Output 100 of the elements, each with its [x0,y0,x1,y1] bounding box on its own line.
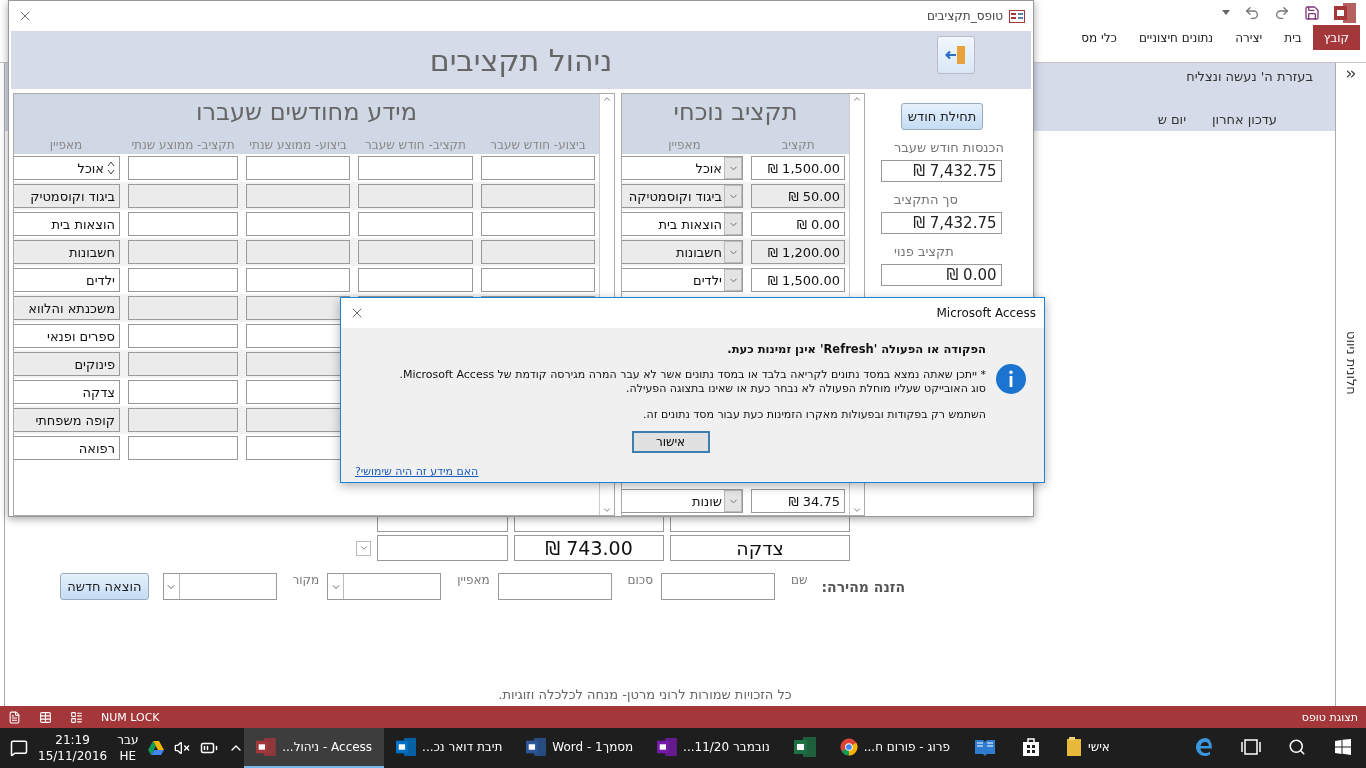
table-cell[interactable] [246,156,350,180]
table-cell[interactable] [128,184,238,208]
datasheet-view-icon[interactable] [39,710,52,724]
table-cell[interactable] [128,324,238,348]
drive-icon[interactable] [148,741,165,755]
amount-cell[interactable]: 1,500.00 ₪ [751,268,845,292]
ribbon-tab[interactable]: כלי מס [1070,25,1128,50]
ribbon-tab[interactable]: נתונים חיצוניים [1127,25,1225,50]
ribbon-tab[interactable]: קובץ [1312,25,1360,50]
field-label: סך התקציב [894,192,958,207]
dropdown-field[interactable] [327,573,442,600]
category-dropdown[interactable]: ילדים [622,268,743,292]
table-cell[interactable] [128,436,238,460]
category-cell[interactable]: חשבונות [14,240,120,264]
layout-view-icon[interactable] [70,710,83,724]
taskbar-button[interactable]: תיבת דואר נכ... [384,728,515,768]
table-cell[interactable] [128,380,238,404]
table-cell[interactable] [358,156,473,180]
num-lock-indicator: NUM LOCK [101,710,160,724]
navigation-pane-label[interactable]: חלונית ניווט [1343,331,1359,395]
message-text: סוג האובייקט שעליו מוחלת הפעולה לא נבחר כעת או שאינו בתצוגה הפעילה. [625,382,986,396]
table-cell[interactable] [128,352,238,376]
table-cell[interactable] [246,212,350,236]
amount-cell[interactable]: 0.00 ₪ [751,212,845,236]
category-cell[interactable]: ילדים [14,268,120,292]
category-cell[interactable]: צדקה [14,380,120,404]
category-dropdown[interactable]: חשבונות [622,240,743,264]
table-cell[interactable] [246,296,350,320]
table-cell[interactable] [481,268,595,292]
table-cell[interactable] [481,240,595,264]
table-cell[interactable] [128,156,238,180]
table-cell[interactable] [246,240,350,264]
amount-field[interactable]: 7,432.75 ₪ [880,212,1002,234]
table-cell[interactable] [128,212,238,236]
category-dropdown[interactable]: ביגוד וקוסמטיקה [622,184,743,208]
table-cell[interactable] [128,408,238,432]
taskbar-button[interactable]: מסמך1 - Word [514,728,646,768]
table-cell[interactable] [358,268,473,292]
taskbar-button[interactable]: פרוג - פורום ח... [827,728,962,768]
ok-button[interactable]: אישור [631,431,710,453]
redo-icon[interactable] [1274,4,1290,21]
amount-field[interactable]: 7,432.75 ₪ [880,160,1002,182]
category-cell[interactable]: הוצאות בית [14,212,120,236]
scroll-down-button[interactable] [356,540,371,556]
table-cell[interactable] [481,156,595,180]
folder-icon [1066,737,1082,757]
amount-cell[interactable]: 50.00 ₪ [751,184,845,208]
table-cell[interactable] [481,212,595,236]
info-icon [996,364,1026,394]
caret-icon[interactable] [1222,9,1230,16]
save-icon[interactable] [1304,4,1320,21]
ribbon-tab[interactable]: בית [1273,25,1313,50]
clock[interactable]: 21:19 15/11/2016 [38,732,108,764]
category-cell[interactable]: משכנתא והלווא [14,296,120,320]
category-cell[interactable]: אוכל [14,156,120,180]
field-label: שם [790,573,808,587]
amount-cell[interactable]: 1,200.00 ₪ [751,240,845,264]
form-tab[interactable]: יום ש [1149,108,1195,131]
category-cell[interactable]: ספרים ופנאי [14,324,120,348]
feedback-link[interactable]: האם מידע זה היה שימושי? [355,465,479,478]
table-cell[interactable] [128,296,238,320]
table-cell[interactable] [128,240,238,264]
table-cell[interactable] [246,268,350,292]
category-dropdown[interactable]: אוכל [622,156,743,180]
amount-cell[interactable]: 34.75 ₪ [751,489,845,513]
category-cell[interactable]: פינוקים [14,352,120,376]
mute-icon[interactable] [174,740,191,756]
table-cell[interactable] [246,184,350,208]
table-cell[interactable] [128,268,238,292]
table-cell[interactable] [358,184,473,208]
category-cell[interactable]: ביגוד וקוסמטיק [14,184,120,208]
amount-field[interactable]: 0.00 ₪ [880,264,1002,286]
amount-cell[interactable]: 1,500.00 ₪ [751,156,845,180]
category-cell[interactable]: קופה משפחתי [14,408,120,432]
field-label: תקציב פנוי [894,244,954,259]
table-cell[interactable] [358,212,473,236]
spreadsheet-app-icon [793,737,816,757]
form-tab[interactable]: עדכון אחרון [1204,108,1285,131]
column-header: תקציב- ממוצע שנתי [130,138,236,152]
category-cell[interactable]: רפואה [14,436,120,460]
table-cell: 743.00 ₪ [514,535,664,561]
table-cell[interactable] [358,240,473,264]
form-view-icon[interactable] [8,710,21,724]
taskbar-button[interactable]: נובמבר 11/20... [645,728,782,768]
table-cell[interactable] [481,184,595,208]
start-month-button[interactable]: תחילת חודש [900,103,984,130]
category-dropdown[interactable]: הוצאות בית [622,212,743,236]
category-dropdown[interactable]: שונות [622,489,743,513]
input-field[interactable] [660,573,775,600]
document-app-icon [526,737,547,757]
undo-icon[interactable] [1244,4,1260,21]
taskbar-button[interactable]: אישי [1054,728,1182,768]
input-field[interactable] [497,573,612,600]
new-expense-button[interactable]: הוצאה חדשה [60,573,149,600]
exit-button[interactable] [937,36,975,74]
taskbar-button[interactable]: Access - ניהול... [244,728,385,768]
expand-icon[interactable] [1344,67,1358,81]
ribbon-tab[interactable]: יצירה [1224,25,1274,50]
dropdown-field[interactable] [162,573,277,600]
notifications-icon[interactable] [10,739,28,757]
